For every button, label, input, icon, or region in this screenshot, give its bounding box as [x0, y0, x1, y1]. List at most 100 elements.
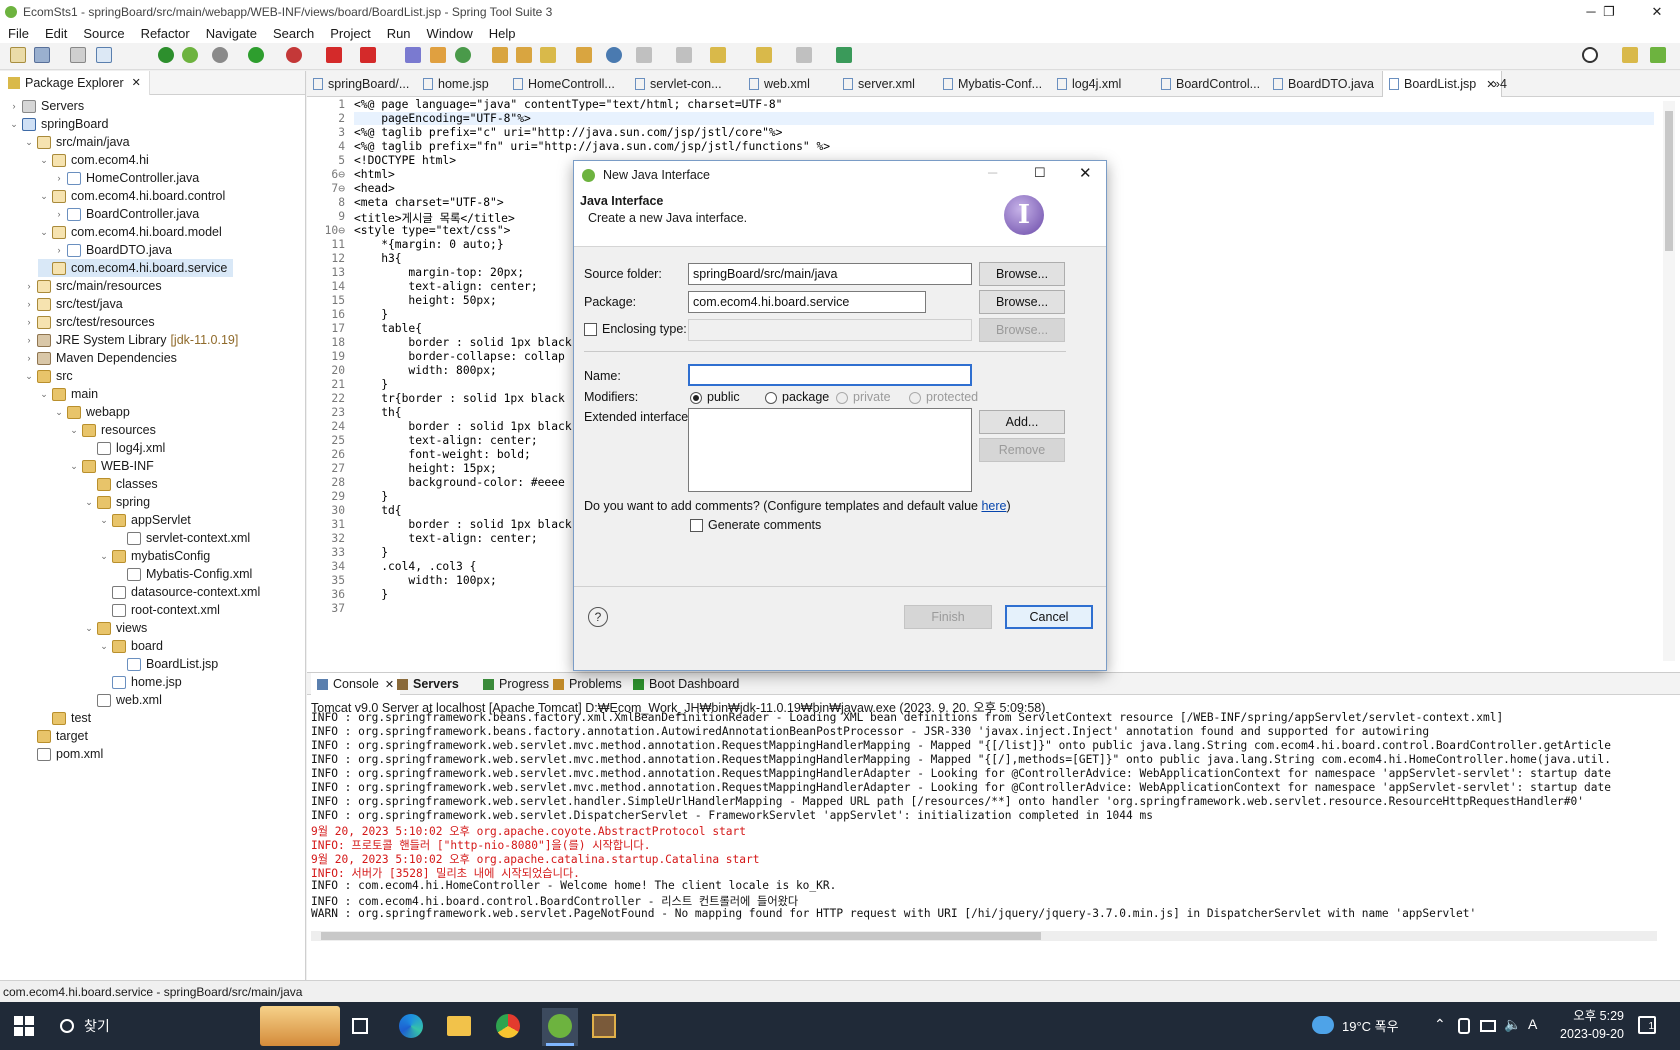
twisty-icon[interactable]: ›: [23, 281, 35, 291]
enclosing-type-checkbox[interactable]: Enclosing type:: [584, 322, 687, 337]
tree-item[interactable]: target: [23, 727, 88, 745]
help-icon[interactable]: ?: [588, 607, 608, 627]
menu-search[interactable]: Search: [265, 26, 322, 41]
tree-item[interactable]: › src/test/resources: [23, 313, 155, 331]
pencil-icon[interactable]: [540, 47, 556, 63]
tree-item[interactable]: › BoardController.java: [53, 205, 200, 223]
twisty-icon[interactable]: ⌄: [98, 551, 110, 562]
twisty-icon[interactable]: ⌄: [83, 497, 95, 508]
search-folder-icon[interactable]: [576, 47, 592, 63]
configure-templates-link[interactable]: here: [981, 499, 1006, 513]
tree-item[interactable]: ⌄ com.ecom4.hi.board.control: [38, 187, 225, 205]
open-project-icon[interactable]: [516, 47, 532, 63]
twisty-icon[interactable]: ⌄: [98, 641, 110, 652]
menu-edit[interactable]: Edit: [37, 26, 75, 41]
tree-item[interactable]: home.jsp: [98, 673, 182, 691]
twisty-icon[interactable]: ⌄: [53, 407, 65, 418]
menu-refactor[interactable]: Refactor: [133, 26, 198, 41]
menu-navigate[interactable]: Navigate: [198, 26, 265, 41]
twisty-icon[interactable]: ›: [23, 299, 35, 309]
open-perspective-icon[interactable]: [1622, 47, 1638, 63]
editor-tab[interactable]: Mybatis-Conf...: [937, 71, 1048, 97]
twisty-icon[interactable]: ›: [8, 101, 20, 111]
stop-icon[interactable]: [326, 47, 342, 63]
edge-icon[interactable]: [399, 1014, 423, 1038]
twisty-icon[interactable]: ›: [23, 317, 35, 327]
new-class-icon[interactable]: [455, 47, 471, 63]
chrome-icon[interactable]: [496, 1014, 520, 1038]
task-view-icon[interactable]: [352, 1018, 368, 1034]
boot-icon[interactable]: [158, 47, 174, 63]
tree-item[interactable]: ⌄ webapp: [53, 403, 130, 421]
generate-comments-box[interactable]: [690, 519, 703, 533]
tree-item[interactable]: ⌄ appServlet: [98, 511, 191, 529]
package-explorer-tab-label[interactable]: Package Explorer ✕: [0, 70, 150, 95]
twisty-icon[interactable]: ⌄: [8, 119, 20, 130]
console-tab[interactable]: Problems: [553, 673, 622, 695]
tree-item[interactable]: servlet-context.xml: [113, 529, 250, 547]
external-icon[interactable]: [836, 47, 852, 63]
run-icon[interactable]: [248, 47, 264, 63]
tree-item[interactable]: ⌄ src: [23, 367, 72, 385]
open-resource-icon[interactable]: [430, 47, 446, 63]
generate-comments-checkbox[interactable]: Generate comments: [690, 518, 821, 533]
tree-item[interactable]: ⌄ com.ecom4.hi: [38, 151, 149, 169]
tree-item[interactable]: web.xml: [83, 691, 162, 709]
add-interface-button[interactable]: Add...: [979, 410, 1065, 434]
scroll-thumb[interactable]: [1665, 111, 1673, 251]
name-input[interactable]: [688, 364, 972, 386]
sts-taskbar-active[interactable]: [542, 1008, 578, 1046]
tree-item[interactable]: test: [38, 709, 91, 727]
forward-icon[interactable]: [796, 47, 812, 63]
tree-item[interactable]: com.ecom4.hi.board.service: [38, 259, 234, 277]
open-folder-icon[interactable]: [492, 47, 508, 63]
console-output[interactable]: INFO : org.springframework.beans.factory…: [307, 711, 1657, 943]
tree-item[interactable]: Mybatis-Config.xml: [113, 565, 252, 583]
editor-tab[interactable]: server.xml: [837, 71, 921, 97]
tree-item[interactable]: ⌄ springBoard: [8, 115, 108, 133]
package-input[interactable]: com.ecom4.hi.board.service: [688, 291, 926, 313]
notification-icon[interactable]: 1: [1638, 1016, 1656, 1034]
editor-tab[interactable]: BoardList.jsp ✕: [1382, 71, 1503, 97]
cancel-button[interactable]: Cancel: [1005, 605, 1093, 629]
twisty-icon[interactable]: ⌄: [98, 515, 110, 526]
tree-item[interactable]: BoardList.jsp: [113, 655, 218, 673]
debug-icon[interactable]: [212, 47, 228, 63]
console-tab[interactable]: Servers: [397, 673, 459, 695]
twisty-icon[interactable]: ›: [53, 209, 65, 219]
prev-annotation-icon[interactable]: [676, 47, 692, 63]
console-icon[interactable]: [96, 47, 112, 63]
hscroll-thumb[interactable]: [321, 932, 1041, 940]
editor-tab[interactable]: web.xml: [743, 71, 816, 97]
tree-item[interactable]: ⌄ board: [98, 637, 163, 655]
radio-package[interactable]: [765, 391, 777, 404]
save-all-icon[interactable]: [70, 47, 86, 63]
console-tab[interactable]: Progress: [483, 673, 549, 695]
editor-tab[interactable]: home.jsp: [417, 71, 495, 97]
open-type-icon[interactable]: [405, 47, 421, 63]
twisty-icon[interactable]: ›: [53, 173, 65, 183]
tree-item[interactable]: log4j.xml: [83, 439, 165, 457]
twisty-icon[interactable]: ›: [23, 335, 35, 345]
search-icon[interactable]: [1582, 47, 1598, 63]
editor-vertical-scrollbar[interactable]: [1663, 101, 1675, 661]
tree-item[interactable]: ⌄ main: [38, 385, 98, 403]
tree-item[interactable]: ⌄ com.ecom4.hi.board.model: [38, 223, 222, 241]
source-folder-input[interactable]: springBoard/src/main/java: [688, 263, 972, 285]
console-tab[interactable]: Boot Dashboard: [633, 673, 739, 695]
twisty-icon[interactable]: ⌄: [23, 137, 35, 148]
editor-tab[interactable]: springBoard/...: [307, 71, 415, 97]
menu-window[interactable]: Window: [419, 26, 481, 41]
twisty-icon[interactable]: ⌄: [23, 371, 35, 382]
tree-item[interactable]: › BoardDTO.java: [53, 241, 172, 259]
twisty-icon[interactable]: ⌄: [38, 227, 50, 238]
tree-item[interactable]: › Servers: [8, 97, 85, 115]
dialog-maximize-button[interactable]: ☐: [1034, 165, 1046, 181]
editor-tab[interactable]: HomeControll...: [507, 71, 621, 97]
last-edit-icon[interactable]: [710, 47, 726, 63]
console-hscrollbar[interactable]: [311, 931, 1657, 941]
dialog-close-button[interactable]: ✕: [1079, 164, 1092, 182]
tree-item[interactable]: datasource-context.xml: [98, 583, 260, 601]
twisty-icon[interactable]: ›: [53, 245, 65, 255]
tree-item[interactable]: ⌄ WEB-INF: [68, 457, 154, 475]
